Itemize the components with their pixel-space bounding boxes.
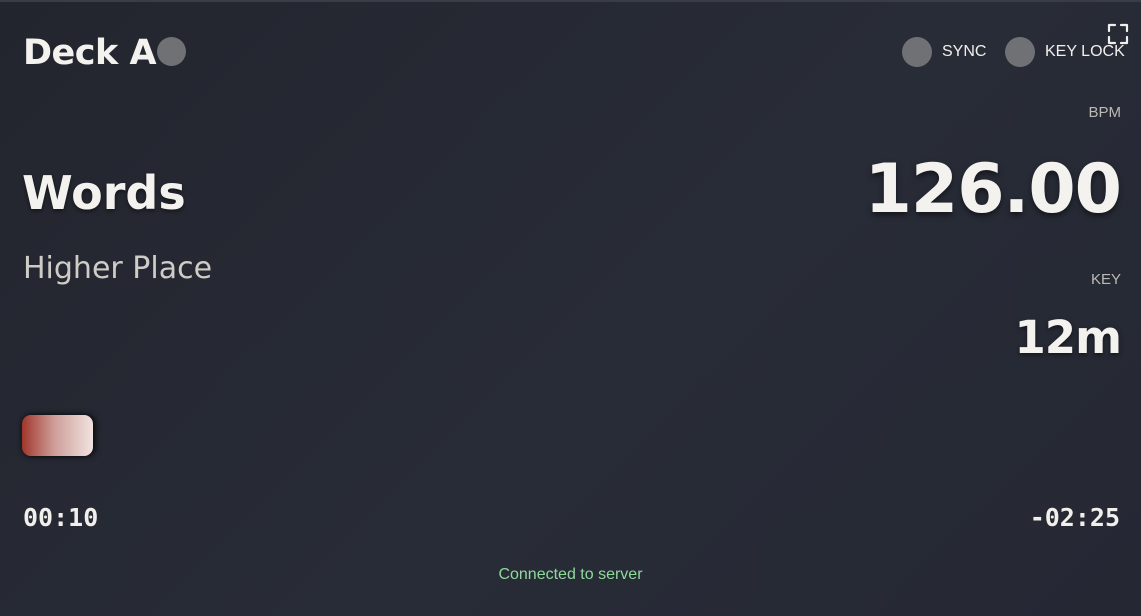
bpm-label: BPM — [1088, 104, 1121, 121]
time-remaining: -02:25 — [1029, 503, 1120, 532]
track-title: Words — [22, 166, 186, 220]
key-lock-indicator — [1005, 37, 1035, 67]
connection-status: Connected to server — [498, 566, 643, 583]
fullscreen-icon[interactable] — [1107, 23, 1129, 45]
track-artist: Higher Place — [23, 251, 213, 286]
key-value: 12m — [1014, 311, 1122, 364]
sync-toggle[interactable]: SYNC — [902, 36, 986, 68]
key-label: KEY — [1090, 271, 1121, 288]
deck-title: Deck A — [23, 33, 157, 73]
bpm-value: 126.00 — [864, 150, 1122, 229]
playback-progress-bar[interactable] — [22, 415, 1119, 456]
time-elapsed: 00:10 — [23, 503, 99, 532]
deck-status-indicator — [157, 37, 186, 66]
top-border — [0, 0, 1141, 2]
playback-progress-fill — [22, 415, 94, 456]
key-lock-label: KEY LOCK — [1045, 43, 1125, 60]
sync-label: SYNC — [942, 43, 987, 60]
sync-indicator — [902, 37, 932, 67]
